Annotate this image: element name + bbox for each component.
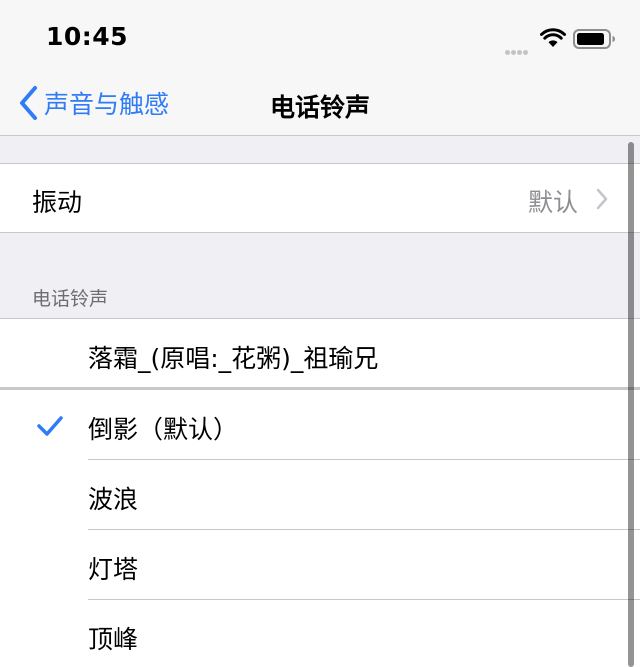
status-bar: 10:45 (0, 0, 640, 72)
ringtone-label: 波浪 (88, 485, 139, 514)
ringtone-row[interactable]: 灯塔 (0, 530, 640, 600)
ringtone-label: 倒影（默认） (88, 415, 239, 444)
scroll-indicator[interactable] (628, 142, 634, 667)
status-time: 10:45 (46, 22, 129, 51)
ringtone-row[interactable]: 波浪 (0, 460, 640, 530)
ringtone-label: 顶峰 (88, 625, 139, 654)
ringtone-label: 落霜_(原唱:_花粥)_祖瑜兄 (88, 344, 379, 373)
signal-dots-icon (505, 40, 535, 55)
ringtone-label: 灯塔 (88, 555, 139, 584)
ringtone-row[interactable]: 顶峰 (0, 600, 640, 667)
vibration-row[interactable]: 振动 默认 (0, 163, 640, 233)
navigation-bar: 声音与触感 电话铃声 (0, 72, 640, 136)
vibration-label: 振动 (32, 188, 83, 217)
ringtone-row[interactable]: 落霜_(原唱:_花粥)_祖瑜兄 (0, 318, 640, 388)
screen: 10:45 声音与触感 电话铃声 振动 默认 电话铃声 落霜_(原唱:_花粥)_… (0, 0, 640, 667)
ringtone-row-selected[interactable]: 倒影（默认） (0, 390, 640, 460)
ringtones-section-header: 电话铃声 (32, 288, 109, 310)
wifi-icon (540, 28, 566, 47)
chevron-right-icon (596, 188, 608, 210)
checkmark-icon (37, 416, 63, 436)
battery-icon (573, 29, 615, 49)
vibration-value: 默认 (527, 188, 578, 217)
page-title: 电话铃声 (269, 93, 370, 122)
